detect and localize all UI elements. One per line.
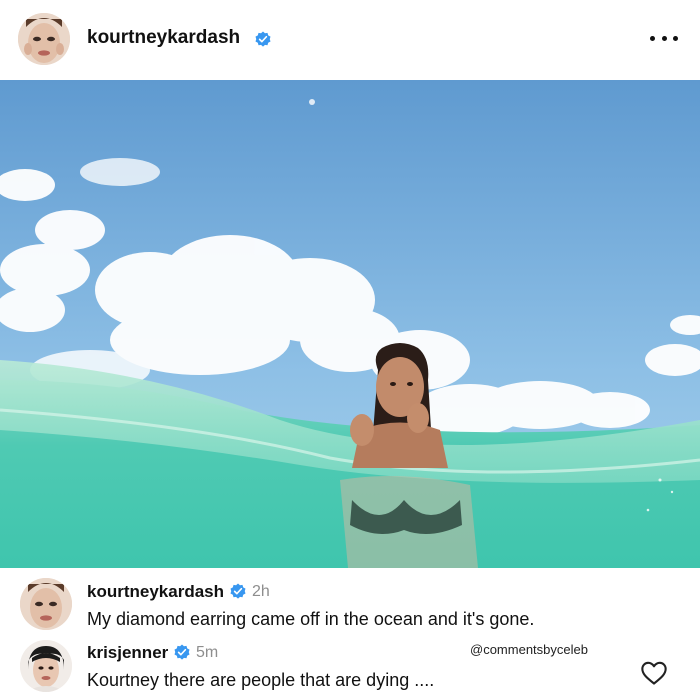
more-options-icon[interactable] xyxy=(650,28,678,48)
commenter-username[interactable]: kourtneykardash xyxy=(87,582,224,602)
commenter-avatar[interactable] xyxy=(20,640,72,692)
comment-text: Kourtney there are people that are dying… xyxy=(87,670,435,690)
post-header: kourtneykardash xyxy=(0,0,700,80)
verified-badge-icon xyxy=(255,31,271,47)
comment-timestamp: 5m xyxy=(196,644,219,661)
watermark-text: @commentsbyceleb xyxy=(470,642,588,657)
heart-outline-icon[interactable] xyxy=(640,660,668,686)
commenter-avatar[interactable] xyxy=(20,578,72,630)
post-photo[interactable] xyxy=(0,80,700,568)
comment-timestamp: 2h xyxy=(252,583,270,600)
verified-badge-icon xyxy=(174,644,190,660)
comments-section: kourtneykardash 2h My diamond earring ca… xyxy=(0,568,700,700)
post-author-avatar[interactable] xyxy=(18,13,70,65)
post-author-username[interactable]: kourtneykardash xyxy=(87,27,240,49)
verified-badge-icon xyxy=(230,583,246,599)
comment-text: My diamond earring came off in the ocean… xyxy=(87,609,535,629)
commenter-username[interactable]: krisjenner xyxy=(87,643,168,663)
